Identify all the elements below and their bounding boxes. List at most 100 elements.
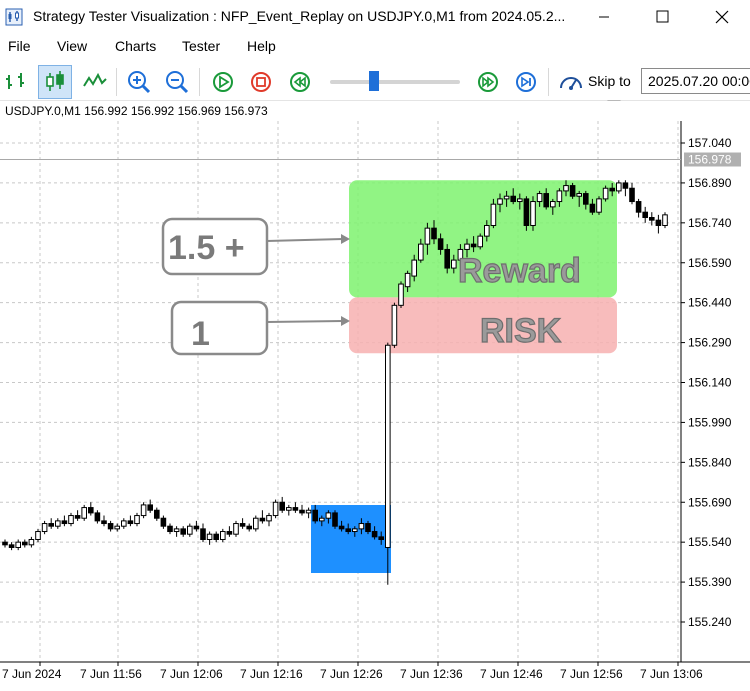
current-price-label: 156.978 — [688, 152, 732, 166]
candle-body — [497, 198, 503, 205]
candle-body — [55, 520, 61, 527]
y-axis-tick-label: 155.690 — [688, 495, 732, 509]
x-axis-tick-label: 7 Jun 12:26 — [320, 667, 383, 681]
candle-body — [114, 525, 121, 530]
candle-body — [358, 523, 365, 530]
candle-body — [127, 520, 134, 525]
candle-body — [266, 515, 272, 522]
candle-body — [563, 185, 569, 192]
candle-body — [107, 523, 114, 530]
candle-body — [15, 541, 21, 548]
close-icon[interactable] — [711, 6, 733, 28]
candle-body — [22, 541, 28, 546]
candle-body — [200, 528, 206, 541]
candle-body — [418, 243, 424, 261]
candle-body — [286, 507, 292, 511]
minimize-icon[interactable] — [593, 6, 615, 28]
y-axis-tick-label: 157.040 — [688, 136, 732, 150]
candle-body — [510, 195, 516, 203]
candle-body — [160, 517, 167, 527]
menu-bar: File View Charts Tester Help — [0, 36, 750, 58]
stop-icon[interactable] — [245, 66, 277, 98]
candle-body — [253, 517, 259, 530]
y-axis-tick-label: 156.140 — [688, 376, 732, 390]
candle-body — [41, 523, 48, 533]
play-icon[interactable] — [207, 66, 239, 98]
candle-body — [81, 507, 88, 519]
skip-to-icon[interactable] — [555, 66, 587, 98]
candle-body — [279, 501, 285, 511]
menu-file[interactable]: File — [8, 38, 31, 54]
x-axis-tick-label: 7 Jun 13:06 — [640, 667, 703, 681]
fast-forward-icon[interactable] — [472, 66, 504, 98]
candle-body — [411, 259, 417, 277]
zoom-out-icon[interactable] — [161, 66, 193, 98]
risk-arrow-line — [266, 320, 344, 323]
candle-body — [464, 243, 470, 250]
candle-body — [616, 182, 622, 192]
candle-body — [596, 198, 602, 213]
toolbar-separator — [199, 68, 200, 96]
y-axis-tick-label: 156.740 — [688, 216, 732, 230]
speed-slider-thumb[interactable] — [369, 71, 379, 91]
menu-view[interactable]: View — [57, 38, 87, 54]
x-axis-tick-label: 7 Jun 12:06 — [160, 667, 223, 681]
candle-body — [312, 509, 318, 522]
candle-body — [391, 304, 398, 346]
candle-body — [35, 531, 41, 541]
candle-body — [437, 238, 444, 250]
toolbar-separator — [116, 68, 117, 96]
candle-body — [259, 517, 266, 522]
candle-body — [424, 227, 431, 245]
speed-slider-track[interactable] — [330, 80, 460, 84]
candle-body — [292, 507, 299, 511]
candle-body — [378, 536, 384, 541]
candle-body — [477, 235, 483, 248]
reward-ratio-label: 1.5 + — [168, 229, 245, 267]
maximize-icon[interactable] — [651, 6, 673, 28]
x-axis-tick-label: 7 Jun 12:56 — [560, 667, 623, 681]
menu-help[interactable]: Help — [247, 38, 276, 54]
candle-body — [319, 517, 325, 522]
menu-tester[interactable]: Tester — [182, 38, 220, 54]
skip-to-date-input[interactable]: 2025.07.20 00:00 — [641, 68, 750, 94]
candle-body — [523, 198, 530, 226]
title-bar: Strategy Tester Visualization : NFP_Even… — [0, 0, 750, 34]
candle-body — [536, 193, 543, 203]
zoom-in-icon[interactable] — [123, 66, 155, 98]
line-chart-icon[interactable] — [79, 66, 111, 98]
candle-body — [48, 523, 55, 527]
step-forward-icon[interactable] — [510, 66, 542, 98]
candlestick-chart-icon[interactable] — [39, 66, 71, 98]
y-axis-tick-label: 155.390 — [688, 575, 732, 589]
candle-body — [576, 193, 583, 197]
y-axis-tick-label: 156.590 — [688, 256, 732, 270]
menu-charts[interactable]: Charts — [115, 38, 156, 54]
candle-body — [74, 515, 81, 519]
candle-body — [629, 187, 635, 203]
candle-body — [180, 528, 186, 535]
candle-body — [543, 193, 550, 208]
candle-body — [8, 544, 15, 548]
candle-body — [569, 185, 576, 197]
candle-body — [61, 520, 68, 525]
y-axis-tick-label: 156.440 — [688, 296, 732, 310]
candle-body — [187, 525, 193, 535]
rewind-icon[interactable] — [284, 66, 316, 98]
candle-body — [503, 195, 510, 200]
candle-body — [556, 190, 563, 203]
candle-body — [635, 201, 642, 213]
x-axis-tick-label: 7 Jun 12:36 — [400, 667, 463, 681]
candle-body — [154, 509, 160, 519]
price-chart[interactable]: 157.040 156.890 156.740 156.590 156.440 156.2… — [0, 101, 750, 691]
candle-body — [345, 528, 351, 533]
x-axis-tick-label: 7 Jun 11:56 — [80, 667, 142, 681]
risk-ratio-box — [170, 300, 269, 356]
y-axis-tick-label: 155.840 — [688, 455, 732, 469]
candle-body — [193, 525, 200, 530]
y-axis-tick-label: 156.890 — [688, 176, 732, 190]
risk-zone-label: RISK — [480, 312, 562, 350]
symbol-ohlc-readout: USDJPY.0,M1 156.992 156.992 156.969 156.… — [5, 104, 268, 118]
candle-body — [444, 248, 450, 269]
bar-chart-icon[interactable] — [0, 66, 32, 98]
